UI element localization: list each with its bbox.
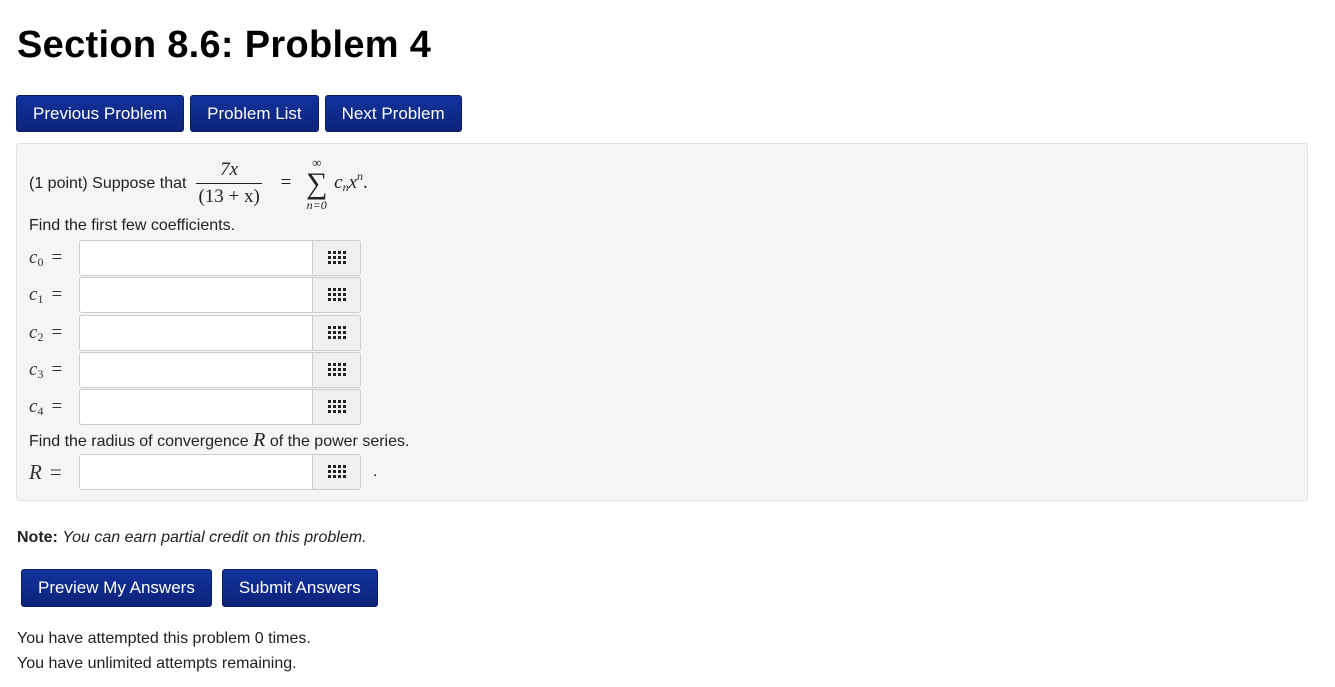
coefficient-row-4: c4 = <box>29 389 361 425</box>
note-text: You can earn partial credit on this prob… <box>62 529 367 546</box>
fraction-denominator: (13 + x) <box>196 183 262 208</box>
answer-group <box>79 315 361 351</box>
grid-icon <box>328 251 346 265</box>
answer-group <box>79 240 361 276</box>
equation-editor-button[interactable] <box>313 352 361 388</box>
grid-icon <box>328 288 346 302</box>
equation-editor-button[interactable] <box>313 454 361 490</box>
coefficient-label: c0 = <box>29 246 63 269</box>
submit-answers-button[interactable]: Submit Answers <box>221 569 378 607</box>
previous-problem-button[interactable]: Previous Problem <box>16 95 185 132</box>
coefficient-label: c4 = <box>29 395 63 418</box>
radius-label: R = <box>29 459 62 484</box>
radius-period: . <box>373 463 378 480</box>
grid-icon <box>328 363 346 377</box>
attempts-status: You have attempted this problem 0 times.… <box>17 626 311 676</box>
coefficient-label: c2 = <box>29 321 63 344</box>
sum-lower-limit: n=0 <box>306 198 327 212</box>
coefficient-label: c1 = <box>29 283 63 306</box>
fraction: 7x (13 + x) <box>196 159 262 208</box>
term-period: . <box>363 171 368 193</box>
answer-group <box>79 454 361 490</box>
problem-list-button[interactable]: Problem List <box>190 95 319 132</box>
radius-row: R = . <box>29 454 377 490</box>
summation: ∞ ∑ n=0 <box>306 156 327 211</box>
next-problem-button[interactable]: Next Problem <box>324 95 462 132</box>
answer-group <box>79 277 361 313</box>
preview-answers-button[interactable]: Preview My Answers <box>21 569 212 607</box>
term-base: c <box>334 171 343 193</box>
grid-icon <box>328 465 346 479</box>
coefficient-c1-input[interactable] <box>79 277 313 313</box>
coefficient-row-0: c0 = <box>29 240 361 276</box>
partial-credit-note: Note: You can earn partial credit on thi… <box>17 529 367 547</box>
equation-editor-button[interactable] <box>313 315 361 351</box>
radius-prompt-suffix: of the power series. <box>269 433 410 450</box>
equation-editor-button[interactable] <box>313 240 361 276</box>
equals-sign: = <box>280 171 292 193</box>
coefficient-row-2: c2 = <box>29 315 361 351</box>
answer-actions: Preview My Answers Submit Answers <box>21 569 378 607</box>
answer-group <box>79 389 361 425</box>
coefficient-c2-input[interactable] <box>79 315 313 351</box>
radius-variable: R <box>253 429 266 451</box>
coefficient-label: c3 = <box>29 358 63 381</box>
coefficient-row-1: c1 = <box>29 277 361 313</box>
term-variable: x <box>348 171 358 193</box>
problem-body: (1 point) Suppose that 7x (13 + x) = ∞ ∑… <box>16 143 1308 501</box>
sigma-symbol: ∑ <box>306 167 328 200</box>
series-term: cnxn. <box>334 169 368 194</box>
radius-prompt: Find the radius of convergence R of the … <box>29 429 409 452</box>
coefficient-row-3: c3 = <box>29 352 361 388</box>
answer-group <box>79 352 361 388</box>
equation-editor-button[interactable] <box>313 389 361 425</box>
radius-prompt-prefix: Find the radius of convergence <box>29 433 249 450</box>
note-label: Note: <box>17 529 58 546</box>
equation-editor-button[interactable] <box>313 277 361 313</box>
coefficient-c0-input[interactable] <box>79 240 313 276</box>
coefficient-c4-input[interactable] <box>79 389 313 425</box>
attempts-count-text: You have attempted this problem 0 times. <box>17 630 311 647</box>
series-equation: 7x (13 + x) = ∞ ∑ n=0 cnxn. <box>192 156 368 211</box>
problem-navigation: Previous Problem Problem List Next Probl… <box>16 95 462 132</box>
page-title: Section 8.6: Problem 4 <box>17 24 432 66</box>
problem-statement: (1 point) Suppose that 7x (13 + x) = ∞ ∑… <box>29 156 368 211</box>
coefficients-prompt: Find the first few coefficients. <box>29 217 236 234</box>
attempts-remaining-text: You have unlimited attempts remaining. <box>17 655 297 672</box>
radius-input[interactable] <box>79 454 313 490</box>
grid-icon <box>328 400 346 414</box>
fraction-numerator: 7x <box>220 159 239 180</box>
coefficient-c3-input[interactable] <box>79 352 313 388</box>
grid-icon <box>328 326 346 340</box>
problem-intro-text: (1 point) Suppose that <box>29 174 187 192</box>
